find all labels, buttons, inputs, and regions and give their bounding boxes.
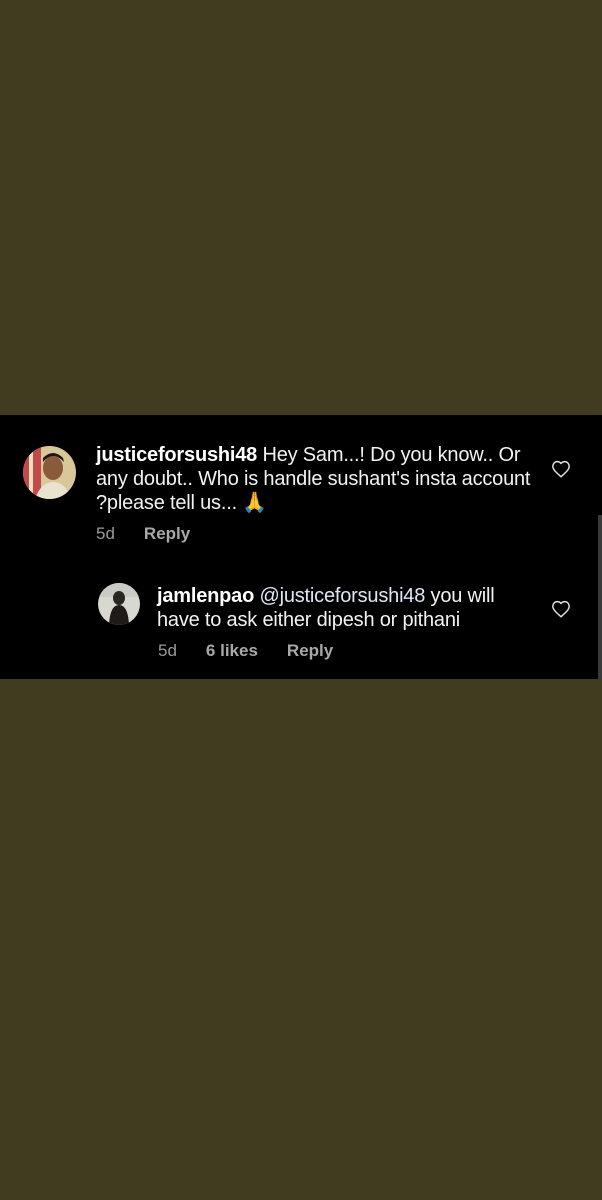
scrollbar[interactable] <box>598 515 602 679</box>
likes-count[interactable]: 6 likes <box>206 641 258 661</box>
comment-body: justiceforsushi48 Hey Sam...! Do you kno… <box>96 443 536 515</box>
reply-meta: 5d 6 likes Reply <box>158 641 362 661</box>
reply-mention[interactable]: @justiceforsushi48 <box>259 585 425 607</box>
heart-outline-icon[interactable] <box>551 600 571 618</box>
comment-username[interactable]: justiceforsushi48 <box>96 444 257 466</box>
avatar[interactable] <box>23 446 76 499</box>
comment-meta: 5d Reply <box>96 524 219 544</box>
comments-panel: justiceforsushi48 Hey Sam...! Do you kno… <box>0 415 602 679</box>
reply-button[interactable]: Reply <box>144 524 190 544</box>
heart-outline-icon[interactable] <box>551 460 571 478</box>
reply-body: jamlenpao @justiceforsushi48 you will ha… <box>157 584 537 632</box>
avatar[interactable] <box>98 583 140 625</box>
reply-time: 5d <box>158 641 177 660</box>
reply-username[interactable]: jamlenpao <box>157 585 254 607</box>
reply-button[interactable]: Reply <box>287 641 333 661</box>
comment-time: 5d <box>96 524 115 543</box>
